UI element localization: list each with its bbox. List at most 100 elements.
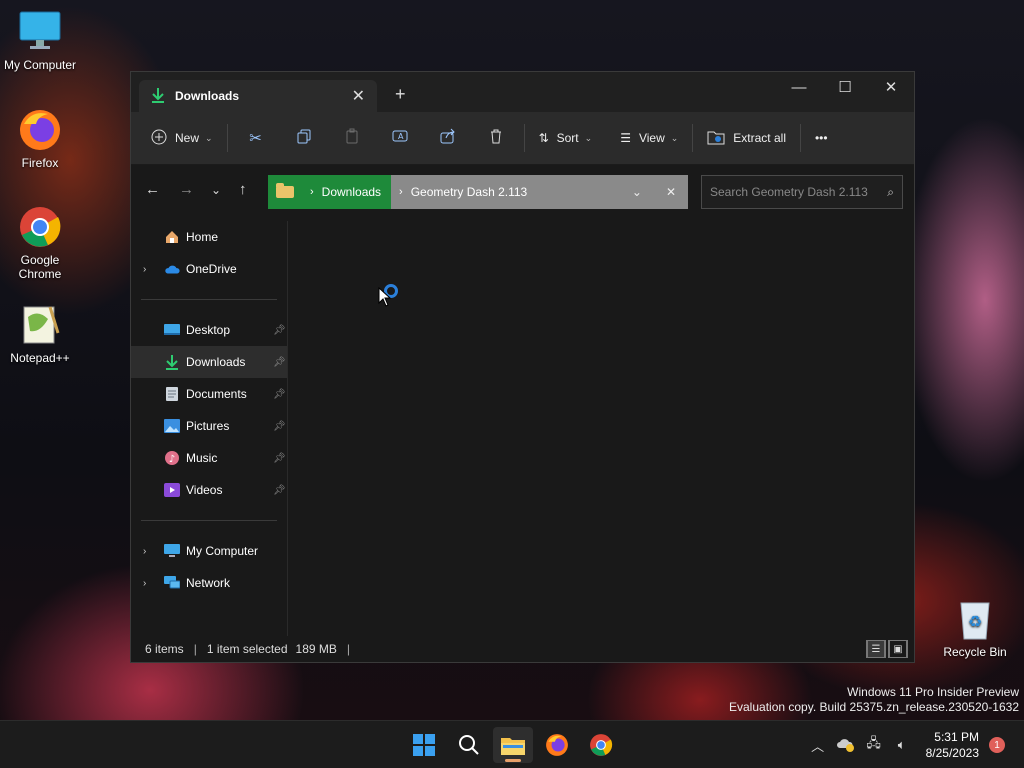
show-hidden-icons-button[interactable]: ︿ bbox=[804, 736, 832, 755]
volume-tray-button[interactable]: 🔈︎ bbox=[888, 737, 916, 753]
sidebar-item-desktop[interactable]: Desktop 📌︎ bbox=[131, 314, 287, 346]
address-bar[interactable]: › Downloads › Geometry Dash 2.113 ⌄ ✕ bbox=[268, 175, 688, 209]
search-input[interactable] bbox=[710, 185, 888, 199]
rename-button[interactable]: A bbox=[376, 122, 424, 154]
pin-icon[interactable]: 📌︎ bbox=[273, 389, 286, 400]
share-icon bbox=[440, 128, 456, 148]
sidebar-item-pictures[interactable]: Pictures 📌︎ bbox=[131, 410, 287, 442]
delete-button[interactable] bbox=[472, 122, 520, 154]
pin-icon[interactable]: 📌︎ bbox=[273, 421, 286, 432]
breadcrumb-geometry-dash[interactable]: Geometry Dash 2.113 bbox=[411, 185, 528, 199]
clock-time: 5:31 PM bbox=[934, 730, 979, 744]
address-actions: ⌄ ✕ bbox=[632, 185, 688, 199]
back-button[interactable]: ← bbox=[145, 181, 160, 198]
new-button[interactable]: New ⌄ bbox=[141, 122, 223, 154]
status-divider: | bbox=[346, 642, 351, 656]
sidebar-item-music[interactable]: ♪ Music 📌︎ bbox=[131, 442, 287, 474]
chevron-right-icon[interactable]: › bbox=[143, 546, 146, 557]
desktop-icon-google-chrome[interactable]: Google Chrome bbox=[0, 205, 80, 281]
maximize-button[interactable]: ☐ bbox=[822, 72, 868, 102]
watermark-line-1: Windows 11 Pro Insider Preview bbox=[847, 685, 1019, 699]
chevron-right-icon: › bbox=[399, 186, 403, 198]
copy-icon bbox=[296, 128, 312, 148]
copy-button[interactable] bbox=[280, 122, 328, 154]
view-button[interactable]: ☰ View ⌄ bbox=[610, 122, 688, 154]
pin-icon[interactable]: 📌︎ bbox=[273, 453, 286, 464]
desktop-icon-my-computer[interactable]: My Computer bbox=[0, 10, 80, 72]
notepad-plus-plus-icon bbox=[18, 303, 62, 347]
chevron-down-icon: ⌄ bbox=[670, 132, 679, 143]
pin-icon[interactable]: 📌︎ bbox=[273, 357, 286, 368]
taskbar-firefox[interactable] bbox=[537, 727, 577, 763]
chevron-right-icon[interactable]: › bbox=[143, 578, 146, 589]
onedrive-tray-button[interactable] bbox=[832, 738, 860, 752]
recent-locations-button[interactable]: ⌄ bbox=[211, 183, 221, 197]
close-button[interactable]: ✕ bbox=[868, 72, 914, 102]
notification-badge[interactable]: 1 bbox=[989, 737, 1005, 753]
pin-icon[interactable]: 📌︎ bbox=[273, 325, 286, 336]
sort-button[interactable]: ⇅ Sort ⌄ bbox=[529, 122, 603, 154]
extract-all-button[interactable]: Extract all bbox=[697, 122, 796, 154]
clipboard-icon bbox=[344, 128, 360, 148]
chevron-down-icon: ⌄ bbox=[584, 132, 593, 143]
address-history-button[interactable]: ⌄ bbox=[632, 185, 642, 199]
evaluation-watermark: Windows 11 Pro Insider Preview Evaluatio… bbox=[729, 685, 1019, 715]
download-arrow-icon bbox=[164, 354, 180, 370]
tiles-view-button[interactable]: ▣ bbox=[888, 640, 908, 658]
sidebar-item-label: Pictures bbox=[186, 419, 230, 433]
sidebar-item-documents[interactable]: Documents 📌︎ bbox=[131, 378, 287, 410]
details-view-icon: ☰ bbox=[867, 640, 885, 658]
share-button[interactable] bbox=[424, 122, 472, 154]
sidebar-item-home[interactable]: Home bbox=[131, 221, 287, 253]
sidebar-divider bbox=[141, 520, 277, 521]
desktop-icon-firefox[interactable]: Firefox bbox=[0, 108, 80, 170]
sidebar-item-network[interactable]: › Network bbox=[131, 567, 287, 599]
sidebar-item-videos[interactable]: Videos 📌︎ bbox=[131, 474, 287, 506]
tab-label: Downloads bbox=[175, 89, 240, 103]
address-row: ← → ⌄ ↑ › Downloads › Geometry Dash 2.11… bbox=[131, 165, 914, 221]
sidebar-item-my-computer[interactable]: › My Computer bbox=[131, 535, 287, 567]
address-clear-button[interactable]: ✕ bbox=[666, 185, 676, 199]
extract-all-label: Extract all bbox=[733, 131, 786, 145]
search-icon[interactable]: ⌕ bbox=[887, 185, 894, 200]
sidebar-item-downloads[interactable]: Downloads 📌︎ bbox=[131, 346, 287, 378]
pin-icon[interactable]: 📌︎ bbox=[273, 485, 286, 496]
start-button[interactable] bbox=[404, 727, 444, 763]
new-button-label: New bbox=[175, 131, 200, 145]
cloud-icon bbox=[164, 261, 180, 277]
details-view-button[interactable]: ☰ bbox=[866, 640, 886, 658]
sidebar-item-label: Music bbox=[186, 451, 218, 465]
toolbar-divider bbox=[523, 124, 525, 152]
search-icon bbox=[459, 735, 479, 755]
minimize-button[interactable]: — bbox=[776, 72, 822, 102]
cut-button[interactable]: ✂ bbox=[232, 122, 280, 154]
ethernet-icon: 🖧︎ bbox=[866, 735, 881, 750]
desktop-icon-recycle-bin[interactable]: ♻ Recycle Bin bbox=[935, 597, 1015, 659]
desktop-icon-label: Notepad++ bbox=[10, 351, 70, 365]
more-options-button[interactable]: ••• bbox=[805, 122, 838, 154]
taskbar-file-explorer[interactable] bbox=[493, 727, 533, 763]
sidebar-item-label: Network bbox=[186, 576, 231, 590]
tab-close-button[interactable]: ✕ bbox=[352, 86, 365, 106]
sidebar-item-label: Home bbox=[186, 230, 219, 244]
new-tab-button[interactable]: + bbox=[395, 84, 406, 105]
taskbar-search-button[interactable] bbox=[449, 727, 489, 763]
up-button[interactable]: ↑ bbox=[239, 181, 247, 198]
network-tray-button[interactable]: 🖧︎ bbox=[860, 734, 888, 756]
download-arrow-icon bbox=[151, 87, 165, 106]
taskbar-chrome[interactable] bbox=[581, 727, 621, 763]
paste-button[interactable] bbox=[328, 122, 376, 154]
sidebar-item-onedrive[interactable]: › OneDrive bbox=[131, 253, 287, 285]
tab-downloads[interactable]: Downloads ✕ bbox=[139, 80, 377, 112]
sidebar-divider bbox=[141, 299, 277, 300]
forward-button[interactable]: → bbox=[179, 181, 194, 198]
breadcrumb: › Geometry Dash 2.113 bbox=[391, 185, 632, 199]
file-list-area[interactable] bbox=[288, 221, 914, 638]
chevron-right-icon[interactable]: › bbox=[143, 264, 146, 275]
music-icon: ♪ bbox=[164, 450, 180, 466]
home-icon bbox=[164, 229, 180, 245]
navigation-pane: Home › OneDrive Desktop 📌︎ Downloads 📌︎ … bbox=[131, 221, 288, 638]
desktop-icon-notepad-plus-plus[interactable]: Notepad++ bbox=[0, 303, 80, 365]
clock-button[interactable]: 5:31 PM 8/25/2023 bbox=[926, 729, 979, 761]
breadcrumb-downloads[interactable]: Downloads bbox=[322, 185, 381, 199]
